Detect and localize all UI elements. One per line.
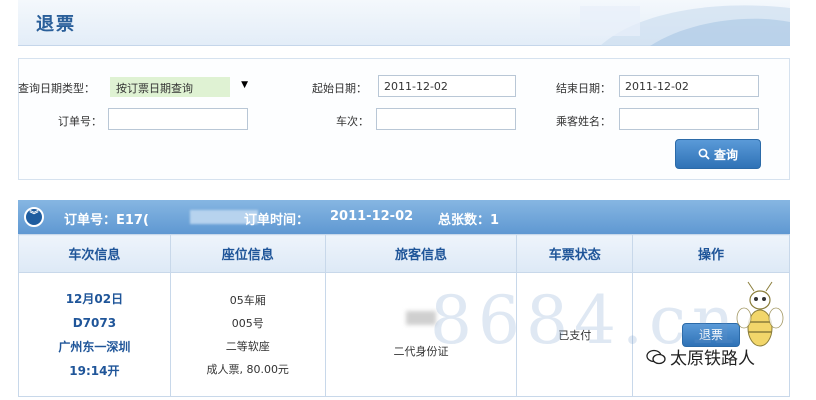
train-route: 广州东一深圳 [58, 339, 131, 354]
ticket-status: 已支付 [558, 328, 592, 342]
train-number-label: 车次： [336, 115, 369, 128]
search-button[interactable]: 查询 [675, 139, 761, 169]
page-title: 退票 [36, 14, 76, 35]
col-passenger-info: 旅客信息 [324, 234, 518, 273]
order-summary-bar: ︾ 订单号：E17( 订单时间： 2011-12-02 总张数：1 [18, 200, 790, 234]
passenger-name-input[interactable] [619, 108, 759, 130]
col-train-info: 车次信息 [18, 234, 171, 273]
passenger-name-label: 乘客姓名： [556, 115, 611, 128]
train-info-cell: 12月02日 D7073 广州东一深圳 19:14开 [18, 272, 171, 397]
seat-info-cell: 05车厢 005号 二等软座 成人票, 80.00元 [169, 272, 326, 397]
table-row: 12月02日 D7073 广州东一深圳 19:14开 05车厢 005号 二等软… [18, 272, 790, 397]
col-ticket-status: 车票状态 [516, 234, 634, 273]
order-time-label: 订单时间： [244, 213, 310, 228]
wechat-icon [646, 349, 666, 364]
train-number-input[interactable] [376, 108, 516, 130]
date-type-label: 查询日期类型： [18, 82, 95, 95]
start-date-input[interactable] [378, 75, 516, 97]
date-type-select[interactable]: 按订票日期查询 ▼ [110, 77, 248, 97]
train-number: D7073 [72, 315, 117, 330]
page-header: 退票 [18, 0, 790, 46]
table-header-row: 车次信息 座位信息 旅客信息 车票状态 操作 [18, 234, 790, 273]
end-date-label: 结束日期： [556, 82, 611, 95]
refund-button[interactable]: 退票 [682, 322, 741, 347]
wechat-account-tag: 太原铁路人 [646, 344, 755, 369]
col-seat-info: 座位信息 [169, 234, 326, 273]
wechat-account-name: 太原铁路人 [670, 349, 755, 369]
chevron-down-icon: ▼ [241, 80, 248, 90]
passenger-info-cell: 二代身份证 [324, 272, 518, 397]
header-decoration [580, 5, 790, 46]
ticket-count: 总张数：1 [438, 213, 500, 228]
car-number: 05车厢 [229, 293, 266, 307]
search-icon [698, 148, 710, 160]
collapse-chevron-icon[interactable]: ︾ [24, 207, 44, 227]
end-date-input[interactable] [619, 75, 759, 97]
col-action: 操作 [632, 234, 790, 273]
seat-number: 005号 [231, 316, 264, 330]
ticket-status-cell: 已支付 [516, 272, 634, 397]
seat-class: 二等软座 [225, 339, 270, 353]
departure-time: 19:14开 [69, 363, 120, 378]
order-number-input[interactable] [108, 108, 248, 130]
ticket-table: 车次信息 座位信息 旅客信息 车票状态 操作 12月02日 D7073 广州东一… [18, 234, 790, 397]
order-time-value: 2011-12-02 [330, 209, 414, 224]
order-number-text: 订单号：E17( [64, 213, 149, 228]
passenger-id-type: 二代身份证 [393, 344, 449, 358]
redacted-passenger-name [405, 310, 436, 325]
ticket-type-price: 成人票, 80.00元 [206, 362, 289, 376]
train-date: 12月02日 [65, 291, 124, 306]
order-number-label: 订单号： [58, 115, 102, 128]
start-date-label: 起始日期： [312, 82, 367, 95]
